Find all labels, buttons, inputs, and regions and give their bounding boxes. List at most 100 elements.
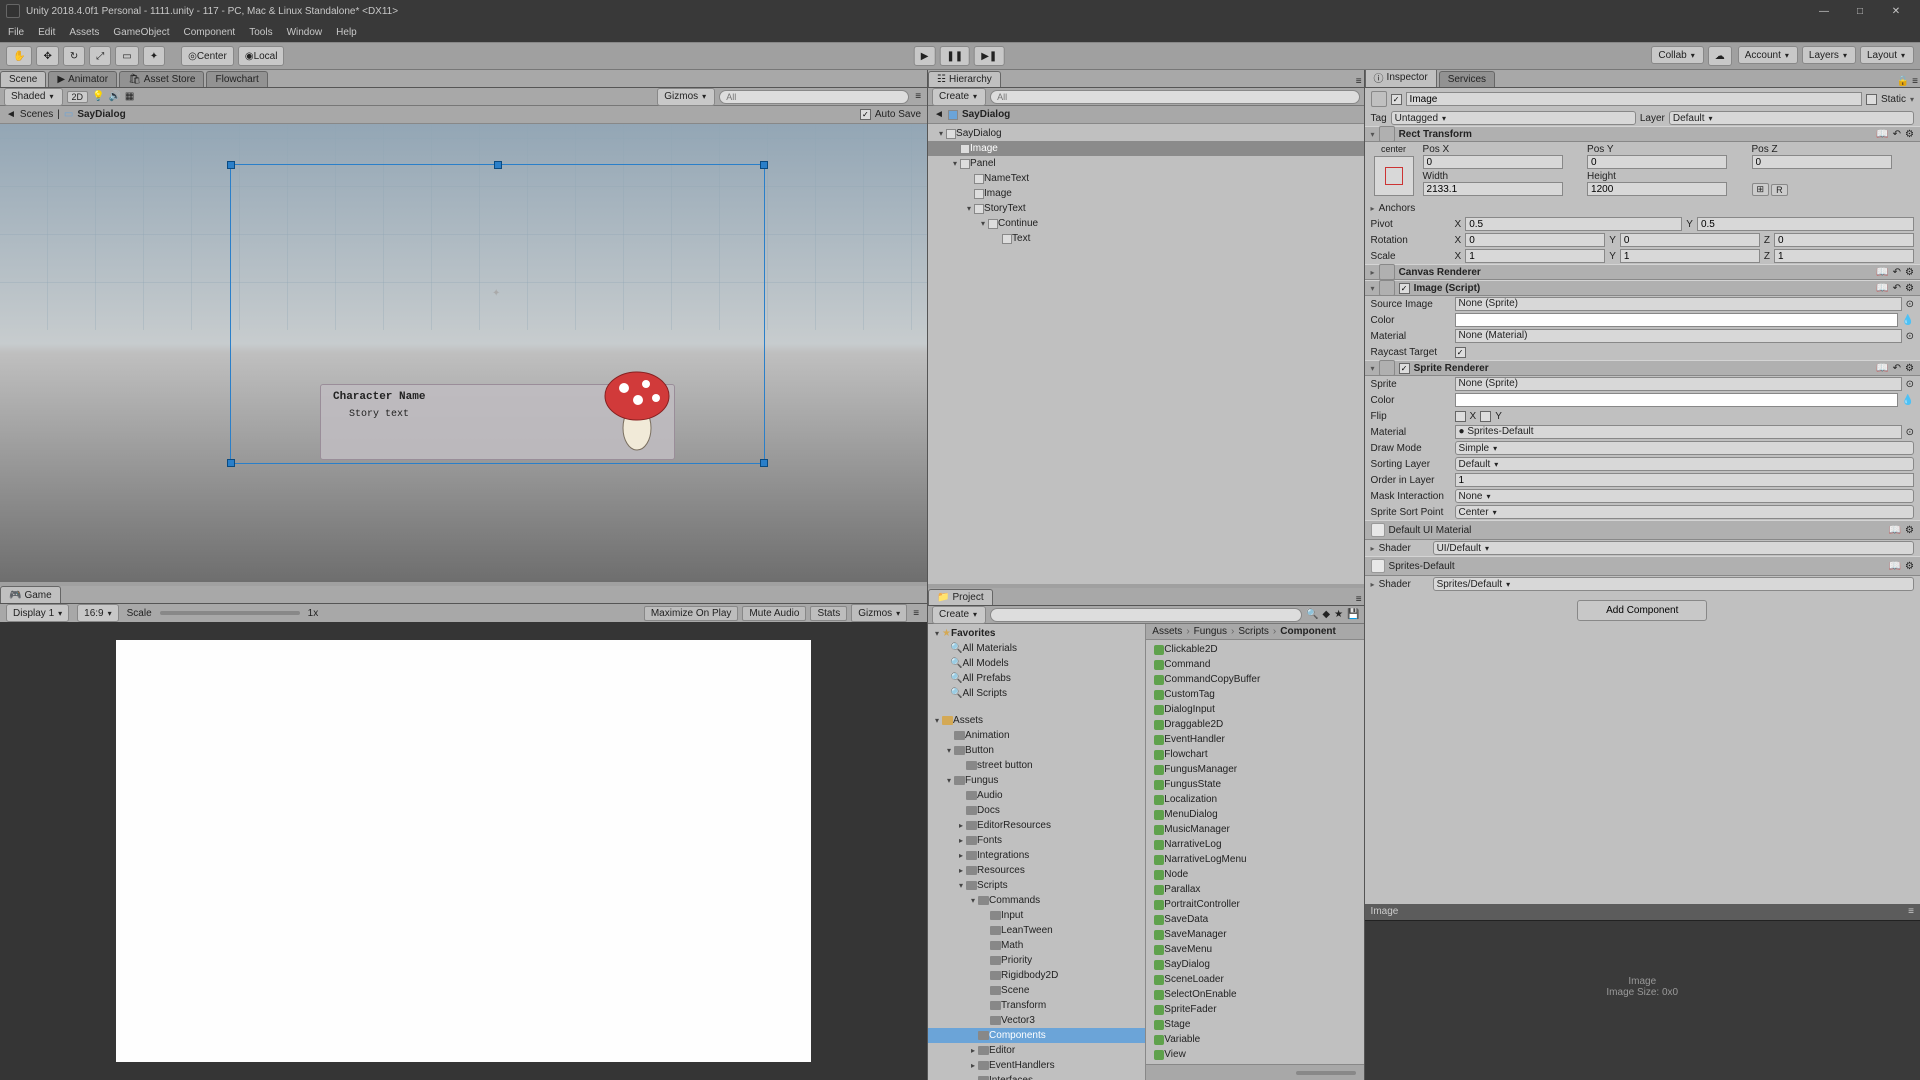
- scale-x-input[interactable]: [1465, 249, 1605, 263]
- project-file[interactable]: NarrativeLogMenu: [1146, 852, 1363, 867]
- project-file[interactable]: Localization: [1146, 792, 1363, 807]
- pivot-center-button[interactable]: ◎ Center: [181, 46, 234, 66]
- tab-hierarchy[interactable]: ☷Hierarchy: [928, 71, 1001, 87]
- gear-icon[interactable]: ⚙: [1905, 561, 1914, 572]
- hierarchy-create-dropdown[interactable]: Create: [932, 88, 986, 106]
- add-component-button[interactable]: Add Component: [1577, 600, 1707, 621]
- play-button[interactable]: ▶: [914, 46, 936, 66]
- project-folder[interactable]: Audio: [928, 788, 1145, 803]
- gear-icon[interactable]: ⚙: [1905, 363, 1914, 374]
- autosave-checkbox[interactable]: [860, 109, 871, 120]
- project-file[interactable]: Node: [1146, 867, 1363, 882]
- layout-dropdown[interactable]: Layout: [1860, 46, 1914, 64]
- hierarchy-item[interactable]: ▾ SayDialog: [928, 126, 1364, 141]
- flip-x-checkbox[interactable]: [1455, 411, 1466, 422]
- rot-y-input[interactable]: [1620, 233, 1760, 247]
- light-toggle-icon[interactable]: 💡: [92, 91, 104, 102]
- hierarchy-tree[interactable]: ▾ SayDialog Image▾ Panel NameText Image▾…: [928, 124, 1364, 584]
- project-file[interactable]: SaveData: [1146, 912, 1363, 927]
- project-folder[interactable]: Rigidbody2D: [928, 968, 1145, 983]
- project-file[interactable]: SaveMenu: [1146, 942, 1363, 957]
- hierarchy-item[interactable]: ▾ Panel: [928, 156, 1364, 171]
- active-checkbox[interactable]: [1391, 94, 1402, 105]
- rot-z-input[interactable]: [1774, 233, 1914, 247]
- project-folder[interactable]: Priority: [928, 953, 1145, 968]
- menu-edit[interactable]: Edit: [38, 27, 55, 38]
- game-gizmos-dropdown[interactable]: Gizmos: [851, 604, 907, 622]
- source-image-field[interactable]: None (Sprite): [1455, 297, 1902, 311]
- game-options-icon[interactable]: ≡: [911, 608, 921, 619]
- collab-dropdown[interactable]: Collab: [1651, 46, 1703, 64]
- filter-type-icon[interactable]: ◆: [1322, 609, 1330, 620]
- menu-component[interactable]: Component: [184, 27, 236, 38]
- object-picker-icon[interactable]: ⊙: [1906, 427, 1914, 438]
- tab-inspector[interactable]: ⓘInspector: [1365, 67, 1437, 87]
- project-folder[interactable]: Math: [928, 938, 1145, 953]
- posy-input[interactable]: [1587, 155, 1727, 169]
- gear-icon[interactable]: ⚙: [1905, 283, 1914, 294]
- project-file[interactable]: SelectOnEnable: [1146, 987, 1363, 1002]
- hierarchy-item[interactable]: Image: [928, 141, 1364, 156]
- search-filter-icon[interactable]: 🔍: [1306, 609, 1318, 620]
- image-material-field[interactable]: None (Material): [1455, 329, 1902, 343]
- layers-dropdown[interactable]: Layers: [1802, 46, 1856, 64]
- project-folder[interactable]: Docs: [928, 803, 1145, 818]
- back-icon[interactable]: ◄: [6, 109, 16, 120]
- game-aspect-dropdown[interactable]: 16:9: [77, 604, 118, 622]
- project-folder[interactable]: LeanTween: [928, 923, 1145, 938]
- pause-button[interactable]: ❚❚: [939, 46, 970, 66]
- eyedropper-icon[interactable]: 💧: [1902, 315, 1914, 326]
- revert-icon[interactable]: ↶: [1893, 129, 1901, 140]
- hierarchy-item[interactable]: Image: [928, 186, 1364, 201]
- project-folder[interactable]: ▾ Fungus: [928, 773, 1145, 788]
- game-scale-slider[interactable]: [160, 611, 300, 615]
- project-file[interactable]: Flowchart: [1146, 747, 1363, 762]
- move-tool-button[interactable]: ✥: [36, 46, 58, 66]
- favorite-item[interactable]: 🔍 All Prefabs: [928, 671, 1145, 686]
- project-file[interactable]: FungusManager: [1146, 762, 1363, 777]
- favorites-header[interactable]: ▾★ Favorites: [928, 626, 1145, 641]
- project-file[interactable]: SpriteFader: [1146, 1002, 1363, 1017]
- audio-toggle-icon[interactable]: 🔊: [108, 91, 120, 102]
- fold-recttransform[interactable]: ▾: [1371, 130, 1375, 139]
- sortpoint-dropdown[interactable]: Center: [1455, 505, 1914, 519]
- gear-icon[interactable]: ⚙: [1905, 525, 1914, 536]
- tab-services[interactable]: Services: [1439, 71, 1495, 87]
- project-folder[interactable]: ▸ Editor: [928, 1043, 1145, 1058]
- orderinlayer-input[interactable]: [1455, 473, 1914, 487]
- crumb-component[interactable]: Component: [1280, 626, 1336, 637]
- hierarchy-item[interactable]: Text: [928, 231, 1364, 246]
- scene-options-icon[interactable]: ≡: [913, 91, 923, 102]
- project-file[interactable]: Stage: [1146, 1017, 1363, 1032]
- eyedropper-icon[interactable]: 💧: [1902, 395, 1914, 406]
- project-file[interactable]: Command: [1146, 657, 1363, 672]
- maskinteraction-dropdown[interactable]: None: [1455, 489, 1914, 503]
- rot-x-input[interactable]: [1465, 233, 1605, 247]
- project-search-input[interactable]: [990, 608, 1302, 622]
- crumb-scripts[interactable]: Scripts: [1238, 626, 1269, 637]
- image-enabled-checkbox[interactable]: [1399, 283, 1410, 294]
- gameobject-name-input[interactable]: [1406, 92, 1862, 106]
- drawmode-dropdown[interactable]: Simple: [1455, 441, 1914, 455]
- project-file[interactable]: DialogInput: [1146, 702, 1363, 717]
- crumb-scenes[interactable]: Scenes: [20, 109, 53, 120]
- rotate-tool-button[interactable]: ↻: [63, 46, 85, 66]
- project-folder[interactable]: Animation: [928, 728, 1145, 743]
- project-folder[interactable]: ▸ Integrations: [928, 848, 1145, 863]
- fold-anchors[interactable]: ▸: [1371, 204, 1375, 213]
- project-folder[interactable]: ▾ Assets: [928, 713, 1145, 728]
- step-button[interactable]: ▶❚: [974, 46, 1004, 66]
- project-file[interactable]: MenuDialog: [1146, 807, 1363, 822]
- project-file[interactable]: SceneLoader: [1146, 972, 1363, 987]
- object-picker-icon[interactable]: ⊙: [1906, 331, 1914, 342]
- project-file-list[interactable]: Clickable2D Command CommandCopyBuffer Cu…: [1146, 640, 1363, 1064]
- raycast-checkbox[interactable]: [1455, 347, 1466, 358]
- tab-scene[interactable]: Scene: [0, 71, 46, 87]
- gear-icon[interactable]: ⚙: [1905, 129, 1914, 140]
- project-file[interactable]: NarrativeLog: [1146, 837, 1363, 852]
- hierarchy-item[interactable]: NameText: [928, 171, 1364, 186]
- project-folder[interactable]: Vector3: [928, 1013, 1145, 1028]
- transform-tool-button[interactable]: ✦: [143, 46, 165, 66]
- hierarchy-options-icon[interactable]: ≡: [1354, 76, 1364, 87]
- project-folder[interactable]: ▸ EditorResources: [928, 818, 1145, 833]
